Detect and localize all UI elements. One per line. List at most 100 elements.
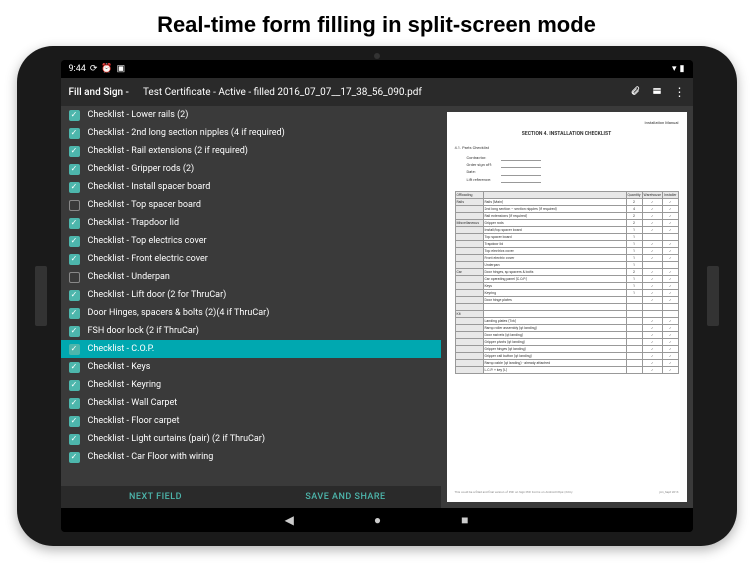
checklist-row[interactable]: Checklist - C.O.P. — [61, 340, 441, 358]
table-row: Gripper pivots (qt landing) — [455, 338, 678, 345]
card-icon[interactable] — [652, 86, 662, 99]
checklist-row[interactable]: Checklist - Lift door (2 for ThruCar) — [61, 286, 441, 304]
checklist-row[interactable]: Checklist - Wall Carpet — [61, 394, 441, 412]
checkbox-icon[interactable] — [69, 344, 80, 355]
checklist-row[interactable]: Checklist - Floor carpet — [61, 412, 441, 430]
table-row: Landing plates (Tck) — [455, 317, 678, 324]
doc-field: Contractor: — [467, 154, 679, 161]
table-row: Kit — [455, 310, 678, 317]
save-share-button[interactable]: SAVE AND SHARE — [251, 486, 441, 508]
doc-subsection: 4.1. Parts Checklist — [455, 145, 679, 150]
table-row: Ramp cable (qt landing) - already attach… — [455, 359, 678, 366]
table-row: Gripper call button (qt landing) — [455, 352, 678, 359]
nav-recent-icon[interactable]: ■ — [461, 513, 468, 527]
checkbox-icon[interactable] — [69, 128, 80, 139]
checkbox-icon[interactable] — [69, 182, 80, 193]
checkbox-icon[interactable] — [69, 200, 80, 211]
checkbox-icon[interactable] — [69, 416, 80, 427]
checklist-row[interactable]: Checklist - Trapdoor lid — [61, 214, 441, 232]
checkbox-icon[interactable] — [69, 326, 80, 337]
box-icon: ▣ — [117, 64, 126, 74]
table-row: Underpan1 — [455, 261, 678, 268]
checklist-row[interactable]: Checklist - Top electrics cover — [61, 232, 441, 250]
wifi-icon: ▾ — [672, 64, 677, 74]
checkbox-icon[interactable] — [69, 308, 80, 319]
checklist-label: Checklist - Light curtains (pair) (2 if … — [88, 434, 265, 444]
doc-field: Lift reference: — [467, 176, 679, 183]
bottom-buttons: NEXT FIELD SAVE AND SHARE — [61, 486, 441, 508]
checklist-row[interactable]: Checklist - Lower rails (2) — [61, 106, 441, 124]
checklist-row[interactable]: Checklist - Rail extensions (2 if requir… — [61, 142, 441, 160]
table-row: Keys1 — [455, 282, 678, 289]
sync-icon: ⟳ — [90, 64, 98, 74]
table-row: Install/top spacer board1 — [455, 226, 678, 233]
checklist-label: FSH door lock (2 if ThruCar) — [88, 326, 199, 336]
checklist-label: Checklist - Wall Carpet — [88, 398, 178, 408]
doc-table: OffloadingQuantityWarehouseInstaller Rai… — [455, 191, 679, 374]
checkbox-icon[interactable] — [69, 362, 80, 373]
left-pane: Checklist - Lower rails (2) Checklist - 2… — [61, 106, 441, 508]
doc-heading: SECTION 4. INSTALLATION CHECKLIST — [455, 131, 679, 137]
table-row: Top spacer board1 — [455, 233, 678, 240]
checklist-row[interactable]: Checklist - 2nd long section nipples (4 … — [61, 124, 441, 142]
checkbox-icon[interactable] — [69, 398, 80, 409]
attachment-icon[interactable] — [630, 86, 640, 99]
table-row: Ramp roller assembly (qt landing) — [455, 324, 678, 331]
checkbox-icon[interactable] — [69, 452, 80, 463]
checklist-label: Checklist - C.O.P. — [88, 344, 155, 354]
split-content: Checklist - Lower rails (2) Checklist - 2… — [61, 106, 693, 508]
pdf-preview[interactable]: Installation Manual SECTION 4. INSTALLAT… — [447, 112, 687, 502]
checkbox-icon[interactable] — [69, 290, 80, 301]
checklist-label: Checklist - Underpan — [88, 272, 170, 282]
table-row: MiscellaneousGripper rods2 — [455, 219, 678, 226]
checklist-row[interactable]: Checklist - Keys — [61, 358, 441, 376]
checkbox-icon[interactable] — [69, 236, 80, 247]
checklist-label: Checklist - Keys — [88, 362, 151, 372]
checklist-row[interactable]: Checklist - Keyring — [61, 376, 441, 394]
checklist-row[interactable]: Checklist - Top spacer board — [61, 196, 441, 214]
nav-back-icon[interactable]: ◀ — [285, 513, 294, 527]
checklist-list[interactable]: Checklist - Lower rails (2) Checklist - 2… — [61, 106, 441, 486]
checklist-label: Checklist - Floor carpet — [88, 416, 180, 426]
battery-icon: ▮ — [680, 64, 685, 74]
nav-bar: ◀ ● ■ — [61, 508, 693, 532]
nav-home-icon[interactable]: ● — [374, 513, 381, 527]
checklist-row[interactable]: Checklist - Light curtains (pair) (2 if … — [61, 430, 441, 448]
checklist-row[interactable]: FSH door lock (2 if ThruCar) — [61, 322, 441, 340]
tablet-frame: 9:44 ⟳ ⏰ ▣ ▾ ▮ Fill and Sign - Test Cert… — [17, 46, 737, 546]
checklist-label: Checklist - Keyring — [88, 380, 162, 390]
status-time: 9:44 — [69, 64, 86, 74]
checkbox-icon[interactable] — [69, 272, 80, 283]
checkbox-icon[interactable] — [69, 218, 80, 229]
table-row: RailsRails (Main)2 — [455, 198, 678, 205]
table-row: Rail extensions (if required)2 — [455, 212, 678, 219]
checkbox-icon[interactable] — [69, 110, 80, 121]
checklist-label: Checklist - Rail extensions (2 if requir… — [88, 146, 248, 156]
checklist-row[interactable]: Checklist - Install spacer board — [61, 178, 441, 196]
checkbox-icon[interactable] — [69, 146, 80, 157]
table-row — [455, 303, 678, 310]
next-field-button[interactable]: NEXT FIELD — [61, 486, 251, 508]
table-row: Door swivels (qt landing) — [455, 331, 678, 338]
checkbox-icon[interactable] — [69, 434, 80, 445]
tablet-camera — [374, 53, 380, 59]
doc-footer-note: This could be a filled and final version… — [455, 490, 573, 494]
checklist-row[interactable]: Door Hinges, spacers & bolts (2)(4 if Th… — [61, 304, 441, 322]
tablet-screen: 9:44 ⟳ ⏰ ▣ ▾ ▮ Fill and Sign - Test Cert… — [61, 60, 693, 532]
checklist-row[interactable]: Checklist - Front electric cover — [61, 250, 441, 268]
app-title: Fill and Sign - — [69, 87, 129, 98]
overflow-icon[interactable]: ⋮ — [674, 85, 685, 99]
checklist-label: Checklist - Car Floor with wiring — [88, 452, 214, 462]
checkbox-icon[interactable] — [69, 380, 80, 391]
checkbox-icon[interactable] — [69, 164, 80, 175]
checklist-row[interactable]: Checklist - Gripper rods (2) — [61, 160, 441, 178]
status-bar: 9:44 ⟳ ⏰ ▣ ▾ ▮ — [61, 60, 693, 78]
checklist-row[interactable]: Checklist - Car Floor with wiring — [61, 448, 441, 466]
doc-footer-date: jAn_Sept 2013 — [659, 490, 678, 494]
table-row: Car operating panel (C.O.P.)1 — [455, 275, 678, 282]
checklist-row[interactable]: Checklist - Underpan — [61, 268, 441, 286]
checkbox-icon[interactable] — [69, 254, 80, 265]
checklist-label: Checklist - Gripper rods (2) — [88, 164, 195, 174]
checklist-label: Checklist - Lower rails (2) — [88, 110, 189, 120]
checklist-label: Checklist - Top electrics cover — [88, 236, 207, 246]
